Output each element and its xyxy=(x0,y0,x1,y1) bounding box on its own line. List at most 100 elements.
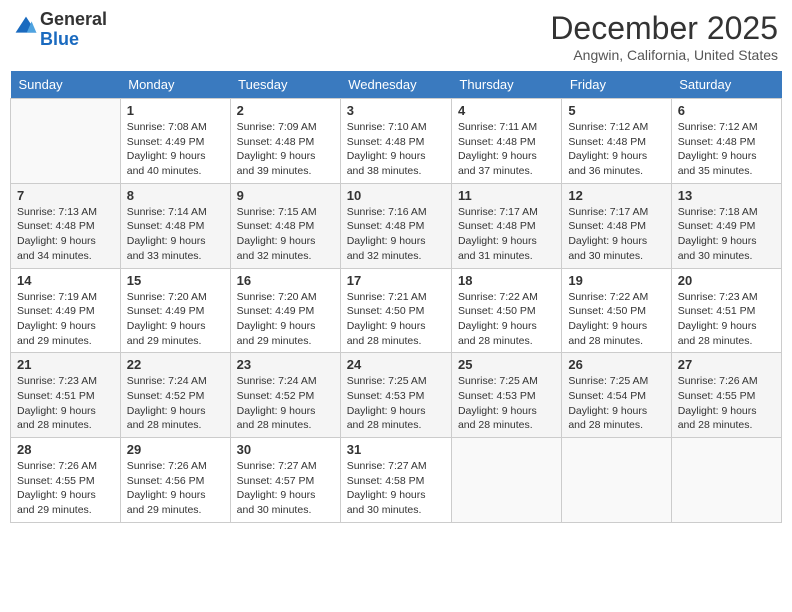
calendar-cell: 30 Sunrise: 7:27 AMSunset: 4:57 PMDayligh… xyxy=(230,438,340,523)
day-number: 18 xyxy=(458,273,555,288)
day-info: Sunrise: 7:25 AMSunset: 4:54 PMDaylight:… xyxy=(568,374,664,433)
day-number: 7 xyxy=(17,188,114,203)
calendar-cell: 25Sunrise: 7:25 AMSunset: 4:53 PMDayligh… xyxy=(451,353,561,438)
day-number: 30 xyxy=(237,442,334,457)
calendar-cell: 3 Sunrise: 7:10 AMSunset: 4:48 PMDaylight… xyxy=(340,99,451,184)
day-number: 23 xyxy=(237,357,334,372)
day-number: 22 xyxy=(127,357,224,372)
day-number: 20 xyxy=(678,273,775,288)
day-info: Sunrise: 7:16 AMSunset: 4:48 PMDaylight:… xyxy=(347,205,445,264)
week-row-2: 7 Sunrise: 7:13 AMSunset: 4:48 PMDaylight… xyxy=(11,183,782,268)
calendar-cell: 16 Sunrise: 7:20 AMSunset: 4:49 PMDayligh… xyxy=(230,268,340,353)
calendar-cell: 9 Sunrise: 7:15 AMSunset: 4:48 PMDaylight… xyxy=(230,183,340,268)
day-number: 11 xyxy=(458,188,555,203)
calendar-cell: 24 Sunrise: 7:25 AMSunset: 4:53 PMDayligh… xyxy=(340,353,451,438)
calendar-table: SundayMondayTuesdayWednesdayThursdayFrid… xyxy=(10,71,782,523)
day-info: Sunrise: 7:23 AMSunset: 4:51 PMDaylight:… xyxy=(17,374,114,433)
calendar-cell: 23Sunrise: 7:24 AMSunset: 4:52 PMDayligh… xyxy=(230,353,340,438)
day-info: Sunrise: 7:15 AMSunset: 4:48 PMDaylight:… xyxy=(237,205,334,264)
day-headers-row: SundayMondayTuesdayWednesdayThursdayFrid… xyxy=(11,71,782,99)
day-number: 5 xyxy=(568,103,664,118)
day-info: Sunrise: 7:14 AMSunset: 4:48 PMDaylight:… xyxy=(127,205,224,264)
day-info: Sunrise: 7:20 AMSunset: 4:49 PMDaylight:… xyxy=(237,290,334,349)
calendar-cell: 22 Sunrise: 7:24 AMSunset: 4:52 PMDayligh… xyxy=(120,353,230,438)
calendar-cell: 28 Sunrise: 7:26 AMSunset: 4:55 PMDayligh… xyxy=(11,438,121,523)
day-info: Sunrise: 7:08 AMSunset: 4:49 PMDaylight:… xyxy=(127,120,224,179)
day-number: 26 xyxy=(568,357,664,372)
page-header: General Blue December 2025 Angwin, Calif… xyxy=(10,10,782,63)
day-info: Sunrise: 7:21 AMSunset: 4:50 PMDaylight:… xyxy=(347,290,445,349)
calendar-cell: 7 Sunrise: 7:13 AMSunset: 4:48 PMDaylight… xyxy=(11,183,121,268)
day-header-thursday: Thursday xyxy=(451,71,561,99)
day-number: 14 xyxy=(17,273,114,288)
day-info: Sunrise: 7:24 AMSunset: 4:52 PMDaylight:… xyxy=(127,374,224,433)
day-info: Sunrise: 7:26 AMSunset: 4:55 PMDaylight:… xyxy=(17,459,114,518)
day-number: 16 xyxy=(237,273,334,288)
calendar-cell: 6 Sunrise: 7:12 AMSunset: 4:48 PMDaylight… xyxy=(671,99,781,184)
logo-text: General Blue xyxy=(40,10,107,50)
day-info: Sunrise: 7:19 AMSunset: 4:49 PMDaylight:… xyxy=(17,290,114,349)
calendar-cell: 10 Sunrise: 7:16 AMSunset: 4:48 PMDayligh… xyxy=(340,183,451,268)
day-info: Sunrise: 7:22 AMSunset: 4:50 PMDaylight:… xyxy=(568,290,664,349)
calendar-cell: 18 Sunrise: 7:22 AMSunset: 4:50 PMDayligh… xyxy=(451,268,561,353)
calendar-cell: 20 Sunrise: 7:23 AMSunset: 4:51 PMDayligh… xyxy=(671,268,781,353)
calendar-cell: 14 Sunrise: 7:19 AMSunset: 4:49 PMDayligh… xyxy=(11,268,121,353)
calendar-cell: 11Sunrise: 7:17 AMSunset: 4:48 PMDayligh… xyxy=(451,183,561,268)
day-info: Sunrise: 7:25 AMSunset: 4:53 PMDaylight:… xyxy=(458,374,555,433)
calendar-cell: 8 Sunrise: 7:14 AMSunset: 4:48 PMDaylight… xyxy=(120,183,230,268)
day-number: 6 xyxy=(678,103,775,118)
day-header-wednesday: Wednesday xyxy=(340,71,451,99)
month-title: December 2025 xyxy=(550,10,778,47)
day-header-sunday: Sunday xyxy=(11,71,121,99)
calendar-cell: 21 Sunrise: 7:23 AMSunset: 4:51 PMDayligh… xyxy=(11,353,121,438)
day-number: 13 xyxy=(678,188,775,203)
day-info: Sunrise: 7:22 AMSunset: 4:50 PMDaylight:… xyxy=(458,290,555,349)
day-number: 3 xyxy=(347,103,445,118)
day-number: 8 xyxy=(127,188,224,203)
day-info: Sunrise: 7:27 AMSunset: 4:57 PMDaylight:… xyxy=(237,459,334,518)
calendar-cell: 5 Sunrise: 7:12 AMSunset: 4:48 PMDaylight… xyxy=(562,99,671,184)
calendar-cell: 2 Sunrise: 7:09 AMSunset: 4:48 PMDaylight… xyxy=(230,99,340,184)
day-number: 21 xyxy=(17,357,114,372)
day-number: 29 xyxy=(127,442,224,457)
day-info: Sunrise: 7:12 AMSunset: 4:48 PMDaylight:… xyxy=(678,120,775,179)
title-block: December 2025 Angwin, California, United… xyxy=(550,10,778,63)
calendar-cell: 12Sunrise: 7:17 AMSunset: 4:48 PMDayligh… xyxy=(562,183,671,268)
calendar-cell: 27Sunrise: 7:26 AMSunset: 4:55 PMDayligh… xyxy=(671,353,781,438)
calendar-cell xyxy=(11,99,121,184)
day-number: 31 xyxy=(347,442,445,457)
day-info: Sunrise: 7:18 AMSunset: 4:49 PMDaylight:… xyxy=(678,205,775,264)
week-row-1: 1 Sunrise: 7:08 AMSunset: 4:49 PMDaylight… xyxy=(11,99,782,184)
day-info: Sunrise: 7:10 AMSunset: 4:48 PMDaylight:… xyxy=(347,120,445,179)
day-info: Sunrise: 7:27 AMSunset: 4:58 PMDaylight:… xyxy=(347,459,445,518)
calendar-cell: 26 Sunrise: 7:25 AMSunset: 4:54 PMDayligh… xyxy=(562,353,671,438)
day-info: Sunrise: 7:12 AMSunset: 4:48 PMDaylight:… xyxy=(568,120,664,179)
day-number: 28 xyxy=(17,442,114,457)
day-info: Sunrise: 7:11 AMSunset: 4:48 PMDaylight:… xyxy=(458,120,555,179)
day-number: 19 xyxy=(568,273,664,288)
day-number: 9 xyxy=(237,188,334,203)
day-number: 17 xyxy=(347,273,445,288)
calendar-cell: 19 Sunrise: 7:22 AMSunset: 4:50 PMDayligh… xyxy=(562,268,671,353)
day-info: Sunrise: 7:17 AMSunset: 4:48 PMDaylight:… xyxy=(568,205,664,264)
week-row-5: 28 Sunrise: 7:26 AMSunset: 4:55 PMDayligh… xyxy=(11,438,782,523)
day-info: Sunrise: 7:09 AMSunset: 4:48 PMDaylight:… xyxy=(237,120,334,179)
day-number: 1 xyxy=(127,103,224,118)
day-number: 2 xyxy=(237,103,334,118)
calendar-cell: 31 Sunrise: 7:27 AMSunset: 4:58 PMDayligh… xyxy=(340,438,451,523)
day-info: Sunrise: 7:23 AMSunset: 4:51 PMDaylight:… xyxy=(678,290,775,349)
day-info: Sunrise: 7:25 AMSunset: 4:53 PMDaylight:… xyxy=(347,374,445,433)
calendar-cell xyxy=(671,438,781,523)
calendar-cell: 17 Sunrise: 7:21 AMSunset: 4:50 PMDayligh… xyxy=(340,268,451,353)
day-number: 10 xyxy=(347,188,445,203)
logo-icon xyxy=(14,15,38,39)
calendar-cell: 15 Sunrise: 7:20 AMSunset: 4:49 PMDayligh… xyxy=(120,268,230,353)
day-info: Sunrise: 7:13 AMSunset: 4:48 PMDaylight:… xyxy=(17,205,114,264)
day-header-monday: Monday xyxy=(120,71,230,99)
day-number: 24 xyxy=(347,357,445,372)
calendar-cell: 29Sunrise: 7:26 AMSunset: 4:56 PMDayligh… xyxy=(120,438,230,523)
day-number: 15 xyxy=(127,273,224,288)
logo: General Blue xyxy=(14,10,107,50)
day-header-tuesday: Tuesday xyxy=(230,71,340,99)
day-info: Sunrise: 7:20 AMSunset: 4:49 PMDaylight:… xyxy=(127,290,224,349)
